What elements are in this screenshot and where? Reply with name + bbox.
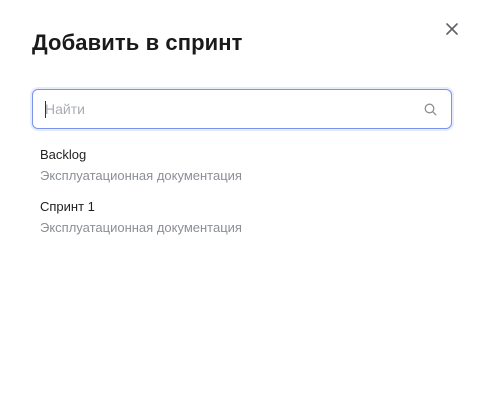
close-button[interactable] bbox=[443, 20, 461, 38]
sprint-name: Спринт 1 bbox=[40, 199, 95, 214]
search-input[interactable] bbox=[33, 90, 423, 128]
sprint-option-sprint-1[interactable]: Спринт 1 Эксплуатационная документация bbox=[40, 198, 440, 250]
sprint-option-backlog[interactable]: Backlog Эксплуатационная документация bbox=[40, 146, 440, 198]
sprint-list: Backlog Эксплуатационная документация Сп… bbox=[40, 146, 440, 250]
search-field[interactable] bbox=[32, 89, 452, 129]
dialog-title: Добавить в спринт bbox=[32, 30, 243, 55]
sprint-project: Эксплуатационная документация bbox=[40, 168, 242, 183]
text-caret bbox=[45, 101, 46, 118]
search-icon bbox=[423, 102, 437, 116]
sprint-project: Эксплуатационная документация bbox=[40, 220, 242, 235]
sprint-name: Backlog bbox=[40, 147, 87, 162]
close-icon bbox=[446, 23, 458, 35]
add-to-sprint-dialog: Добавить в спринт Backlog Эксплуатационн… bbox=[0, 0, 482, 405]
